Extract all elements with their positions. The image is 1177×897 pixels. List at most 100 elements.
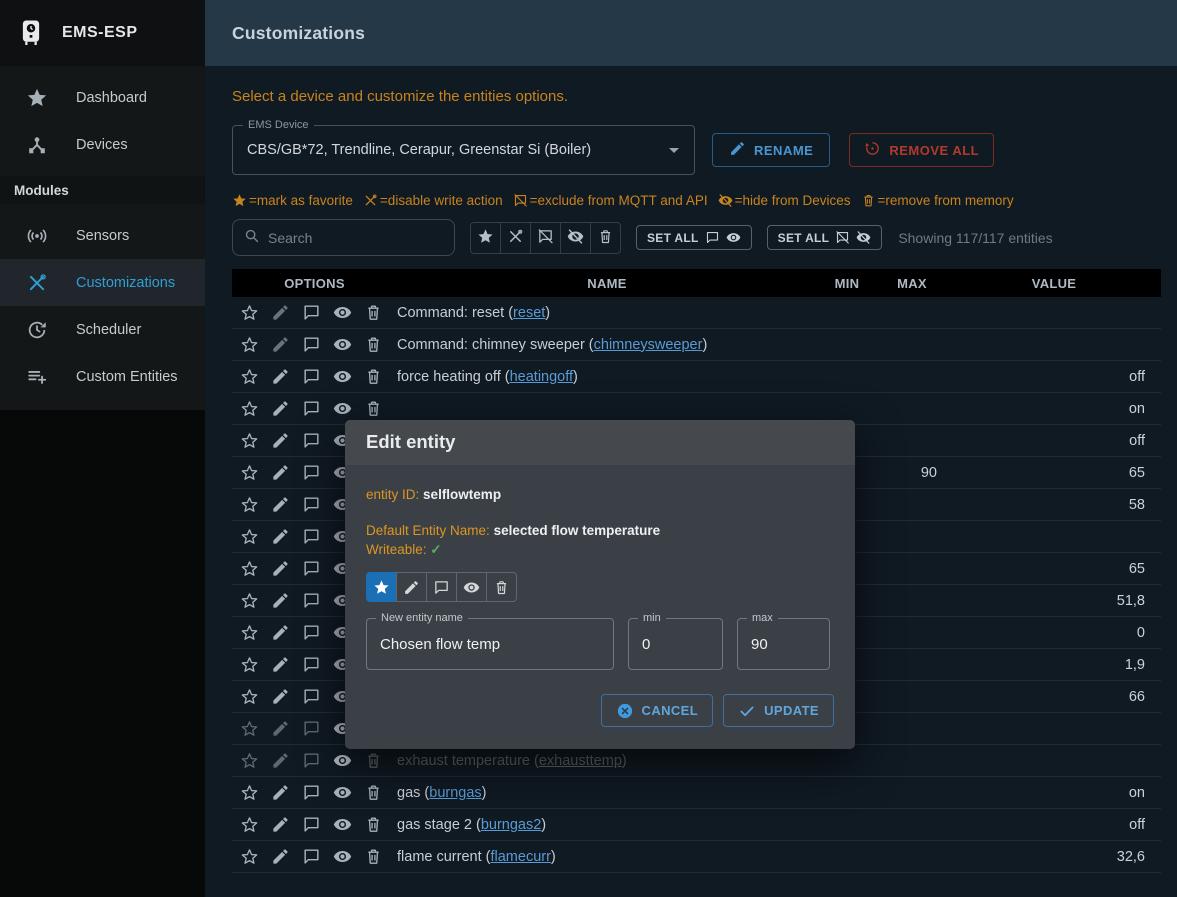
comment-icon[interactable] <box>302 367 321 386</box>
sidebar-item-devices[interactable]: Devices <box>0 121 205 168</box>
pencil-icon[interactable] <box>271 559 290 578</box>
comment-icon[interactable] <box>302 495 321 514</box>
comment-icon[interactable] <box>302 335 321 354</box>
entity-shortname-link[interactable]: exhausttemp <box>539 753 622 769</box>
cancel-button[interactable]: CANCEL <box>601 694 714 727</box>
set-all-button-2[interactable]: SET ALL <box>767 225 883 250</box>
favorite-star-icon[interactable] <box>240 783 259 802</box>
remove-all-button[interactable]: REMOVE ALL <box>849 133 994 167</box>
favorite-star-icon[interactable] <box>240 623 259 642</box>
dialog-comment-toggle[interactable] <box>426 572 457 602</box>
pencil-icon[interactable] <box>271 399 290 418</box>
favorite-star-icon[interactable] <box>240 463 259 482</box>
search-input[interactable] <box>268 230 444 246</box>
pencil-icon[interactable] <box>271 591 290 610</box>
comment-icon[interactable] <box>302 463 321 482</box>
pencil-icon[interactable] <box>271 463 290 482</box>
eye-icon[interactable] <box>333 303 352 322</box>
entity-shortname-link[interactable]: burngas <box>429 785 481 801</box>
dialog-star-toggle[interactable] <box>366 572 397 602</box>
min-input[interactable] <box>642 636 709 653</box>
comment-icon[interactable] <box>302 431 321 450</box>
favorite-star-icon[interactable] <box>240 431 259 450</box>
eye-icon[interactable] <box>333 335 352 354</box>
trash-icon[interactable] <box>364 335 383 354</box>
pencil-icon[interactable] <box>271 687 290 706</box>
favorite-star-icon[interactable] <box>240 751 259 770</box>
filter-tools-button[interactable] <box>500 222 531 254</box>
update-button[interactable]: UPDATE <box>723 694 834 727</box>
pencil-icon[interactable] <box>271 719 290 738</box>
favorite-star-icon[interactable] <box>240 655 259 674</box>
favorite-star-icon[interactable] <box>240 367 259 386</box>
filter-comment-off-button[interactable] <box>530 222 561 254</box>
set-all-button-1[interactable]: SET ALL <box>636 225 752 250</box>
favorite-star-icon[interactable] <box>240 559 259 578</box>
sidebar-item-custom-entities[interactable]: Custom Entities <box>0 353 205 400</box>
eye-icon[interactable] <box>333 783 352 802</box>
comment-icon[interactable] <box>302 783 321 802</box>
eye-icon[interactable] <box>333 399 352 418</box>
trash-icon[interactable] <box>364 303 383 322</box>
favorite-star-icon[interactable] <box>240 719 259 738</box>
filter-star-button[interactable] <box>470 222 501 254</box>
pencil-icon[interactable] <box>271 495 290 514</box>
filter-eye-off-button[interactable] <box>560 222 591 254</box>
eye-icon[interactable] <box>333 751 352 770</box>
eye-icon[interactable] <box>333 815 352 834</box>
comment-icon[interactable] <box>302 815 321 834</box>
new-entity-name-input[interactable] <box>380 636 600 653</box>
trash-icon[interactable] <box>364 815 383 834</box>
favorite-star-icon[interactable] <box>240 399 259 418</box>
pencil-icon[interactable] <box>271 367 290 386</box>
rename-button[interactable]: RENAME <box>712 133 830 167</box>
favorite-star-icon[interactable] <box>240 335 259 354</box>
sidebar-item-customizations[interactable]: Customizations <box>0 259 205 306</box>
comment-icon[interactable] <box>302 687 321 706</box>
comment-icon[interactable] <box>302 303 321 322</box>
trash-icon[interactable] <box>364 367 383 386</box>
dialog-trash-toggle[interactable] <box>486 572 517 602</box>
sidebar-item-scheduler[interactable]: Scheduler <box>0 306 205 353</box>
pencil-icon[interactable] <box>271 431 290 450</box>
trash-icon[interactable] <box>364 399 383 418</box>
comment-icon[interactable] <box>302 719 321 738</box>
trash-icon[interactable] <box>364 847 383 866</box>
favorite-star-icon[interactable] <box>240 847 259 866</box>
favorite-star-icon[interactable] <box>240 303 259 322</box>
pencil-icon[interactable] <box>271 847 290 866</box>
pencil-icon[interactable] <box>271 783 290 802</box>
pencil-icon[interactable] <box>271 527 290 546</box>
ems-device-select[interactable]: EMS Device CBS/GB*72, Trendline, Cerapur… <box>232 125 695 175</box>
favorite-star-icon[interactable] <box>240 815 259 834</box>
entity-shortname-link[interactable]: chimneysweeper <box>594 337 703 353</box>
comment-icon[interactable] <box>302 623 321 642</box>
entity-shortname-link[interactable]: heatingoff <box>510 369 573 385</box>
sidebar-item-dashboard[interactable]: Dashboard <box>0 74 205 121</box>
pencil-icon[interactable] <box>271 751 290 770</box>
comment-icon[interactable] <box>302 399 321 418</box>
dialog-pencil-toggle[interactable] <box>396 572 427 602</box>
comment-icon[interactable] <box>302 527 321 546</box>
trash-icon[interactable] <box>364 751 383 770</box>
comment-icon[interactable] <box>302 591 321 610</box>
trash-icon[interactable] <box>364 783 383 802</box>
comment-icon[interactable] <box>302 655 321 674</box>
filter-trash-button[interactable] <box>590 222 621 254</box>
entity-shortname-link[interactable]: flamecurr <box>490 849 550 865</box>
favorite-star-icon[interactable] <box>240 591 259 610</box>
comment-icon[interactable] <box>302 751 321 770</box>
pencil-icon[interactable] <box>271 815 290 834</box>
pencil-icon[interactable] <box>271 623 290 642</box>
favorite-star-icon[interactable] <box>240 687 259 706</box>
entity-shortname-link[interactable]: burngas2 <box>481 817 541 833</box>
pencil-icon[interactable] <box>271 303 290 322</box>
favorite-star-icon[interactable] <box>240 495 259 514</box>
dialog-eye-toggle[interactable] <box>456 572 487 602</box>
max-input[interactable] <box>751 636 816 653</box>
eye-icon[interactable] <box>333 367 352 386</box>
entity-shortname-link[interactable]: reset <box>513 305 545 321</box>
sidebar-item-sensors[interactable]: Sensors <box>0 212 205 259</box>
comment-icon[interactable] <box>302 847 321 866</box>
eye-icon[interactable] <box>333 847 352 866</box>
